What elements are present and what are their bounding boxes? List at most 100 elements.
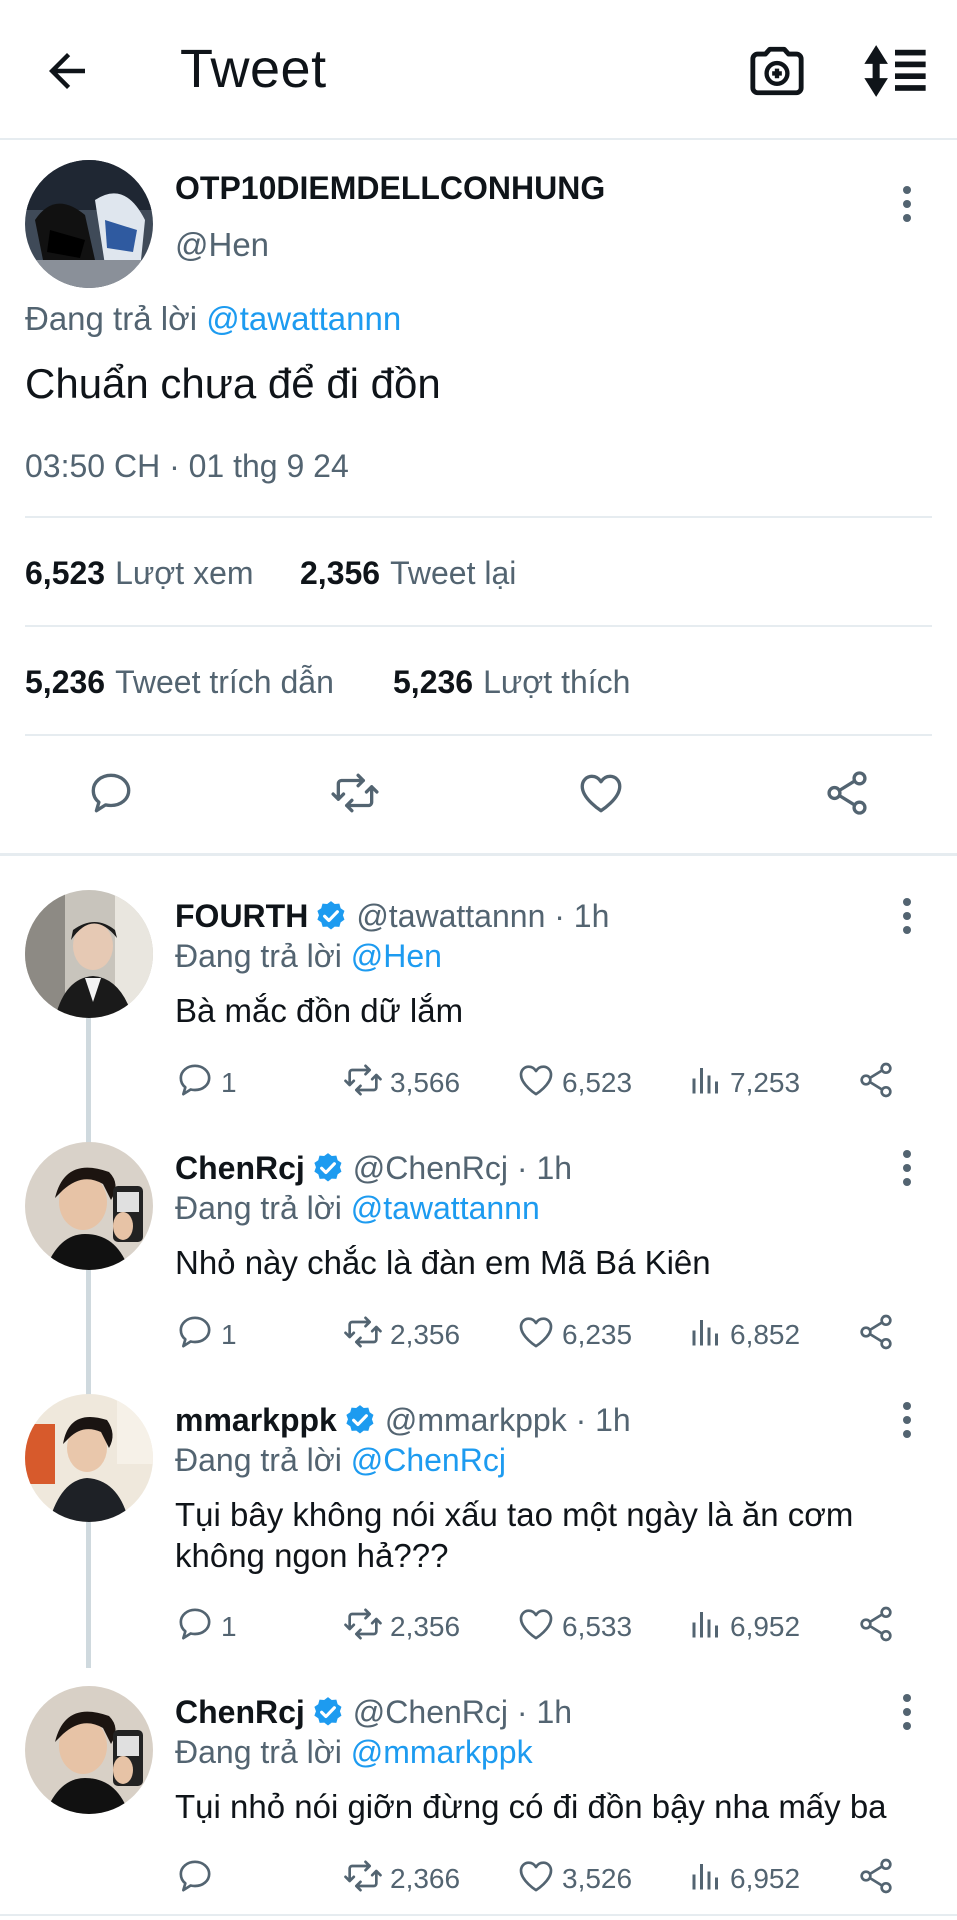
page-title: Tweet	[180, 39, 327, 99]
avatar[interactable]	[25, 1686, 153, 1814]
verified-badge-icon	[314, 1153, 342, 1182]
share-icon[interactable]	[856, 1312, 896, 1352]
more-vertical-icon[interactable]	[895, 1150, 919, 1194]
author-handle[interactable]: @ChenRcj	[353, 1694, 508, 1730]
verified-badge-icon	[314, 1697, 342, 1726]
divider	[25, 516, 932, 518]
arrow-left-icon[interactable]	[40, 44, 94, 98]
more-vertical-icon[interactable]	[895, 1402, 919, 1446]
retweet-icon	[344, 1608, 382, 1640]
retweets-stat[interactable]: 2,356 Tweet lại	[300, 555, 516, 592]
author-name[interactable]: OTP10DIEMDELLCONHUNG	[175, 170, 605, 207]
more-vertical-icon[interactable]	[895, 898, 919, 942]
verified-badge-icon	[346, 1405, 374, 1434]
section-divider	[0, 853, 957, 856]
retweet-count[interactable]: 2,356	[342, 1604, 460, 1644]
author-name[interactable]: ChenRcj	[175, 1694, 305, 1730]
author-name[interactable]: mmarkppk	[175, 1402, 337, 1438]
reply-time: · 1h	[554, 898, 610, 934]
replying-to: Đang trả lời @tawattannn	[25, 300, 401, 338]
avatar[interactable]	[25, 890, 153, 1018]
heart-icon	[519, 1861, 553, 1892]
reply-time: · 1h	[516, 1150, 573, 1186]
reply-count[interactable]: 1	[175, 1060, 237, 1100]
comment-icon	[179, 1064, 211, 1096]
reply-time: · 1h	[516, 1694, 573, 1730]
verified-badge-icon	[317, 901, 345, 930]
retweet-icon	[344, 1316, 382, 1348]
reply-prefix: Đang trả lời	[25, 300, 198, 337]
divider	[25, 625, 932, 627]
author-handle[interactable]: @tawattannn	[356, 898, 545, 934]
tweet-timestamp[interactable]: 03:50 CH · 01 thg 9 24	[25, 448, 349, 485]
reply-text: Tụi nhỏ nói giỡn đừng có đi đồn bậy nha …	[175, 1788, 887, 1825]
mention-link[interactable]: @tawattannn	[351, 1190, 540, 1226]
comment-icon[interactable]	[86, 768, 136, 818]
comment-icon	[179, 1608, 211, 1640]
retweet-count[interactable]: 2,356	[342, 1312, 460, 1352]
comment-icon	[179, 1860, 211, 1892]
heart-icon[interactable]	[576, 768, 626, 818]
retweet-count[interactable]: 3,566	[342, 1060, 460, 1100]
retweet-icon[interactable]	[330, 768, 380, 818]
reply-count[interactable]	[175, 1856, 221, 1896]
reply-header: mmarkppk @mmarkppk · 1h	[175, 1402, 631, 1439]
replying-to: Đang trả lời @Hen	[175, 938, 442, 974]
author-handle[interactable]: @ChenRcj	[353, 1150, 508, 1186]
likes-stat[interactable]: 5,236 Lượt thích	[393, 664, 630, 701]
author-handle[interactable]: @Hen	[175, 226, 269, 264]
avatar[interactable]	[25, 160, 153, 288]
mention-link[interactable]: @mmarkppk	[351, 1734, 533, 1770]
bar-chart-icon	[692, 1320, 718, 1346]
sort-icon[interactable]	[862, 42, 928, 100]
quotes-stat[interactable]: 5,236 Tweet trích dẫn	[25, 664, 334, 701]
replying-to: Đang trả lời @ChenRcj	[175, 1442, 506, 1478]
thread-connector	[86, 1018, 91, 1668]
more-vertical-icon[interactable]	[895, 1694, 919, 1738]
like-count[interactable]: 6,533	[516, 1604, 632, 1644]
heart-icon	[519, 1317, 553, 1348]
author-handle[interactable]: @mmarkppk	[385, 1402, 567, 1438]
more-vertical-icon[interactable]	[895, 186, 919, 230]
reply-header: ChenRcj @ChenRcj · 1h	[175, 1694, 572, 1731]
reply-header: ChenRcj @ChenRcj · 1h	[175, 1150, 572, 1187]
view-count[interactable]: 6,952	[688, 1856, 800, 1896]
divider	[25, 734, 932, 736]
share-icon[interactable]	[856, 1604, 896, 1644]
heart-icon	[519, 1609, 553, 1640]
camera-plus-icon[interactable]	[748, 42, 806, 100]
retweet-icon	[344, 1860, 382, 1892]
view-count[interactable]: 7,253	[688, 1060, 800, 1100]
reply-count[interactable]: 1	[175, 1312, 237, 1352]
retweet-icon	[344, 1064, 382, 1096]
reply-text: Nhỏ này chắc là đàn em Mã Bá Kiên	[175, 1244, 711, 1281]
replying-to: Đang trả lời @mmarkppk	[175, 1734, 533, 1770]
view-count[interactable]: 6,952	[688, 1604, 800, 1644]
like-count[interactable]: 3,526	[516, 1856, 632, 1896]
mention-link[interactable]: @Hen	[351, 938, 442, 974]
retweet-count[interactable]: 2,366	[342, 1856, 460, 1896]
tweet-text: Chuẩn chưa để đi đồn	[25, 360, 441, 407]
avatar[interactable]	[25, 1394, 153, 1522]
avatar[interactable]	[25, 1142, 153, 1270]
like-count[interactable]: 6,523	[516, 1060, 632, 1100]
author-name[interactable]: FOURTH	[175, 898, 308, 934]
bar-chart-icon	[692, 1612, 718, 1638]
comment-icon	[179, 1316, 211, 1348]
mention-link[interactable]: @tawattannn	[206, 300, 401, 337]
views-stat[interactable]: 6,523 Lượt xem	[25, 555, 254, 592]
reply-header: FOURTH @tawattannn · 1h	[175, 898, 609, 935]
share-icon[interactable]	[856, 1060, 896, 1100]
view-count[interactable]: 6,852	[688, 1312, 800, 1352]
share-icon[interactable]	[822, 768, 872, 818]
share-icon[interactable]	[856, 1856, 896, 1896]
reply-time: · 1h	[575, 1402, 631, 1438]
bar-chart-icon	[692, 1068, 718, 1094]
author-name[interactable]: ChenRcj	[175, 1150, 305, 1186]
divider	[0, 1914, 957, 1916]
reply-count[interactable]: 1	[175, 1604, 237, 1644]
mention-link[interactable]: @ChenRcj	[351, 1442, 506, 1478]
like-count[interactable]: 6,235	[516, 1312, 632, 1352]
top-app-bar: Tweet	[0, 0, 957, 140]
reply-text: Tụi bây không nói xấu tao một ngày là ăn…	[175, 1496, 854, 1574]
